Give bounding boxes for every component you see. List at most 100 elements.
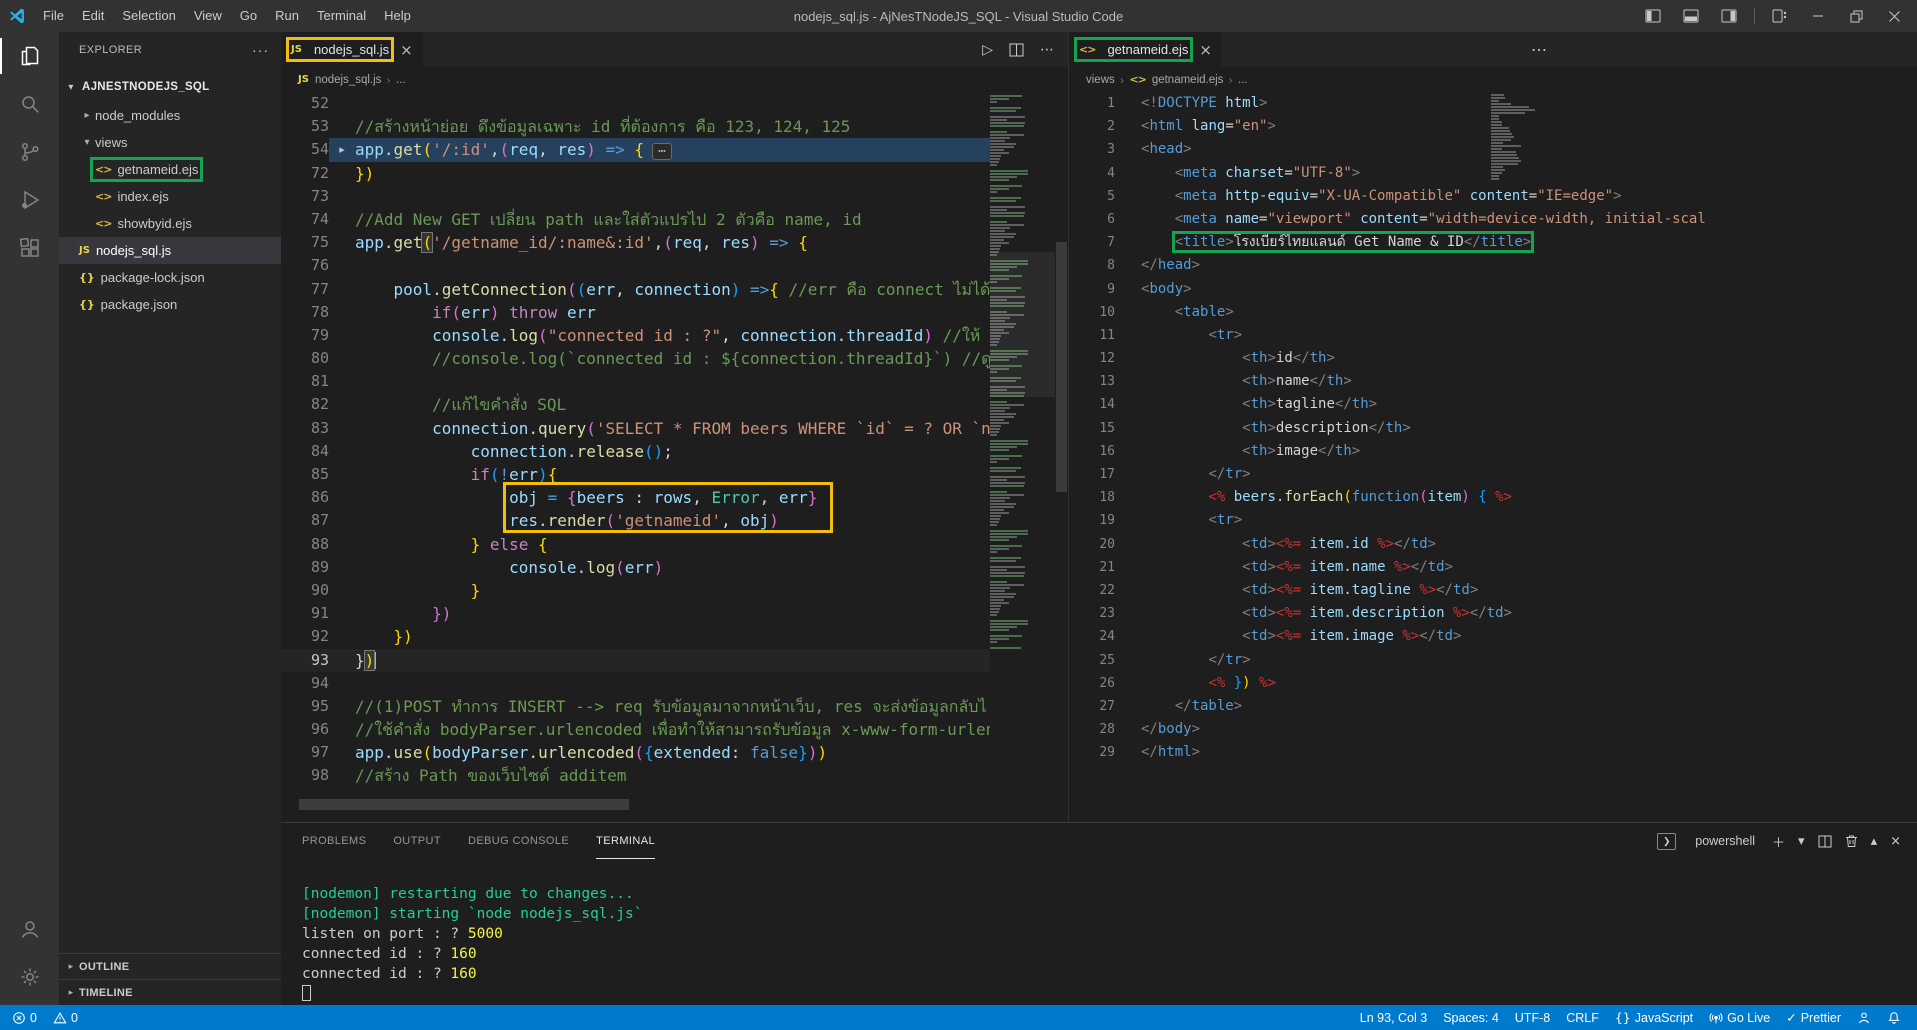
code-line[interactable]: 20 <td><%= item.id %></td>: [1069, 533, 1917, 556]
code-line[interactable]: 29</html>: [1069, 741, 1917, 764]
code-line[interactable]: 53//สร้างหน้าย่อย ดึงข้อมูลเฉพาะ id ที่ต…: [281, 115, 990, 138]
sidebar-section-outline[interactable]: ▸OUTLINE: [59, 953, 281, 979]
toggle-secondary-sidebar-icon[interactable]: [1712, 1, 1746, 31]
menu-go[interactable]: Go: [231, 0, 266, 32]
terminal-dropdown-icon[interactable]: ▾: [1798, 834, 1805, 849]
status-prettier[interactable]: ✓Prettier: [1778, 1010, 1849, 1025]
menu-run[interactable]: Run: [266, 0, 308, 32]
tree-item-package-json[interactable]: {}package.json: [59, 291, 281, 318]
minimize-icon[interactable]: [1801, 1, 1835, 31]
status-feedback[interactable]: [1849, 1010, 1879, 1025]
terminal-output[interactable]: [nodemon] restarting due to changes...[n…: [281, 859, 1917, 1004]
status-language-mode[interactable]: {}JavaScript: [1607, 1010, 1701, 1025]
status-indentation[interactable]: Spaces: 4: [1435, 1010, 1507, 1025]
tree-item-views[interactable]: ▾views: [59, 129, 281, 156]
code-line[interactable]: 90 }: [281, 579, 990, 602]
horizontal-scrollbar[interactable]: [281, 799, 990, 810]
tree-item-showbyid-ejs[interactable]: <>showbyid.ejs: [59, 210, 281, 237]
code-line[interactable]: 28</body>: [1069, 718, 1917, 741]
code-line[interactable]: 7 <title>โรงเบียร์ไทยแลนด์ Get Name & ID…: [1069, 231, 1917, 254]
code-line[interactable]: 80 //console.log(`connected id : ${conne…: [281, 347, 990, 370]
code-line[interactable]: 9<body>: [1069, 278, 1917, 301]
panel-tab-problems[interactable]: PROBLEMS: [302, 824, 366, 859]
explorer-more-actions-icon[interactable]: ···: [252, 42, 269, 58]
run-and-debug-icon[interactable]: [0, 176, 59, 224]
minimap[interactable]: [1491, 94, 1559, 181]
more-actions-icon[interactable]: ⋯: [1040, 42, 1054, 58]
code-line[interactable]: 52: [281, 92, 990, 115]
more-actions-icon[interactable]: ⋯: [1531, 40, 1547, 60]
status-eol[interactable]: CRLF: [1558, 1010, 1607, 1025]
code-line[interactable]: 76: [281, 254, 990, 277]
code-line[interactable]: 54▸app.get('/:id',(req, res) => {⋯: [281, 138, 990, 161]
close-window-icon[interactable]: [1877, 1, 1911, 31]
code-line[interactable]: 10 <table>: [1069, 301, 1917, 324]
breadcrumb-item[interactable]: getnameid.ejs: [1152, 74, 1224, 86]
minimap-viewport[interactable]: [990, 252, 1055, 397]
code-line[interactable]: 73: [281, 185, 990, 208]
code-line[interactable]: 12 <th>id</th>: [1069, 347, 1917, 370]
code-line[interactable]: 89 console.log(err): [281, 556, 990, 579]
status-warnings-count[interactable]: 0: [45, 1011, 86, 1025]
scrollbar-thumb[interactable]: [1056, 242, 1067, 492]
status-cursor-position[interactable]: Ln 93, Col 3: [1352, 1010, 1435, 1025]
tab-nodejs_sql-js[interactable]: JSnodejs_sql.js×: [281, 32, 423, 67]
code-line[interactable]: 8</head>: [1069, 254, 1917, 277]
explorer-icon[interactable]: [0, 32, 59, 80]
code-line[interactable]: 22 <td><%= item.tagline %></td>: [1069, 579, 1917, 602]
close-panel-icon[interactable]: ×: [1890, 834, 1901, 849]
code-line[interactable]: 15 <th>description</th>: [1069, 417, 1917, 440]
code-line[interactable]: 82 //แก้ไขคำสั่ง SQL: [281, 393, 990, 416]
project-root-folder[interactable]: ▾ AJNESTNODEJS_SQL: [59, 75, 281, 99]
breadcrumb-item[interactable]: ...: [1238, 74, 1248, 86]
code-line[interactable]: 79 console.log("connected id : ?", conne…: [281, 324, 990, 347]
code-line[interactable]: 14 <th>tagline</th>: [1069, 393, 1917, 416]
code-line[interactable]: 93}): [281, 649, 990, 672]
folded-region-badge[interactable]: ⋯: [652, 143, 672, 160]
tree-item-nodejs_sql-js[interactable]: JSnodejs_sql.js: [59, 237, 281, 264]
code-line[interactable]: 25 </tr>: [1069, 649, 1917, 672]
code-line[interactable]: 11 <tr>: [1069, 324, 1917, 347]
new-terminal-icon[interactable]: ＋: [1772, 832, 1785, 851]
code-line[interactable]: 83 connection.query('SELECT * FROM beers…: [281, 417, 990, 440]
code-line[interactable]: 96//ใช้คำสั่ง bodyParser.urlencoded เพื่…: [281, 718, 990, 741]
code-line[interactable]: 98//สร้าง Path ของเว็บไซต์ additem: [281, 764, 990, 787]
editor-content-left[interactable]: 5253//สร้างหน้าย่อย ดึงข้อมูลเฉพาะ id ที…: [281, 92, 1068, 822]
menu-selection[interactable]: Selection: [113, 0, 184, 32]
breadcrumb-right[interactable]: views›<>getnameid.ejs›...: [1069, 67, 1917, 92]
account-icon[interactable]: [0, 905, 59, 953]
breadcrumb-left[interactable]: JSnodejs_sql.js›...: [281, 67, 1068, 92]
code-line[interactable]: 17 </tr>: [1069, 463, 1917, 486]
customize-layout-icon[interactable]: [1763, 1, 1797, 31]
breadcrumb-item[interactable]: ...: [396, 74, 406, 86]
code-line[interactable]: 95//(1)POST ทำการ INSERT --> req รับข้อม…: [281, 695, 990, 718]
panel-tab-debug-console[interactable]: DEBUG CONSOLE: [468, 824, 569, 859]
tree-item-getnameid-ejs[interactable]: <>getnameid.ejs: [59, 156, 281, 183]
settings-icon[interactable]: [0, 953, 59, 1001]
editor-group-left[interactable]: JSnodejs_sql.js×▷⋯JSnodejs_sql.js›...525…: [281, 32, 1068, 822]
code-line[interactable]: 92 }): [281, 625, 990, 648]
source-control-icon[interactable]: [0, 128, 59, 176]
code-line[interactable]: 87 res.render('getnameid', obj): [281, 509, 990, 532]
code-line[interactable]: 88 } else {: [281, 533, 990, 556]
extensions-icon[interactable]: [0, 224, 59, 272]
menu-terminal[interactable]: Terminal: [308, 0, 375, 32]
restore-icon[interactable]: [1839, 1, 1873, 31]
code-line[interactable]: 19 <tr>: [1069, 509, 1917, 532]
editor-group-right[interactable]: <>getnameid.ejs× ⋯ views›<>getnameid.ejs›.…: [1068, 32, 1917, 822]
minimap[interactable]: [990, 92, 1055, 667]
status-errors-count[interactable]: 0: [4, 1011, 45, 1025]
breadcrumb-item[interactable]: views: [1086, 74, 1115, 86]
code-line[interactable]: 94: [281, 672, 990, 695]
tree-item-package-lock-json[interactable]: {}package-lock.json: [59, 264, 281, 291]
code-line[interactable]: 97app.use(bodyParser.urlencoded({extende…: [281, 741, 990, 764]
code-line[interactable]: 16 <th>image</th>: [1069, 440, 1917, 463]
sidebar-section-timeline[interactable]: ▸TIMELINE: [59, 979, 281, 1005]
code-line[interactable]: 26 <% }) %>: [1069, 672, 1917, 695]
code-line[interactable]: 75app.get('/getname_id/:name&:id',(req, …: [281, 231, 990, 254]
tree-item-node_modules[interactable]: ▸node_modules: [59, 102, 281, 129]
code-line[interactable]: 27 </table>: [1069, 695, 1917, 718]
tab-getnameid-ejs[interactable]: <>getnameid.ejs×: [1069, 32, 1222, 67]
breadcrumb-item[interactable]: nodejs_sql.js: [315, 74, 381, 86]
status-go-live[interactable]: Go Live: [1701, 1010, 1778, 1025]
